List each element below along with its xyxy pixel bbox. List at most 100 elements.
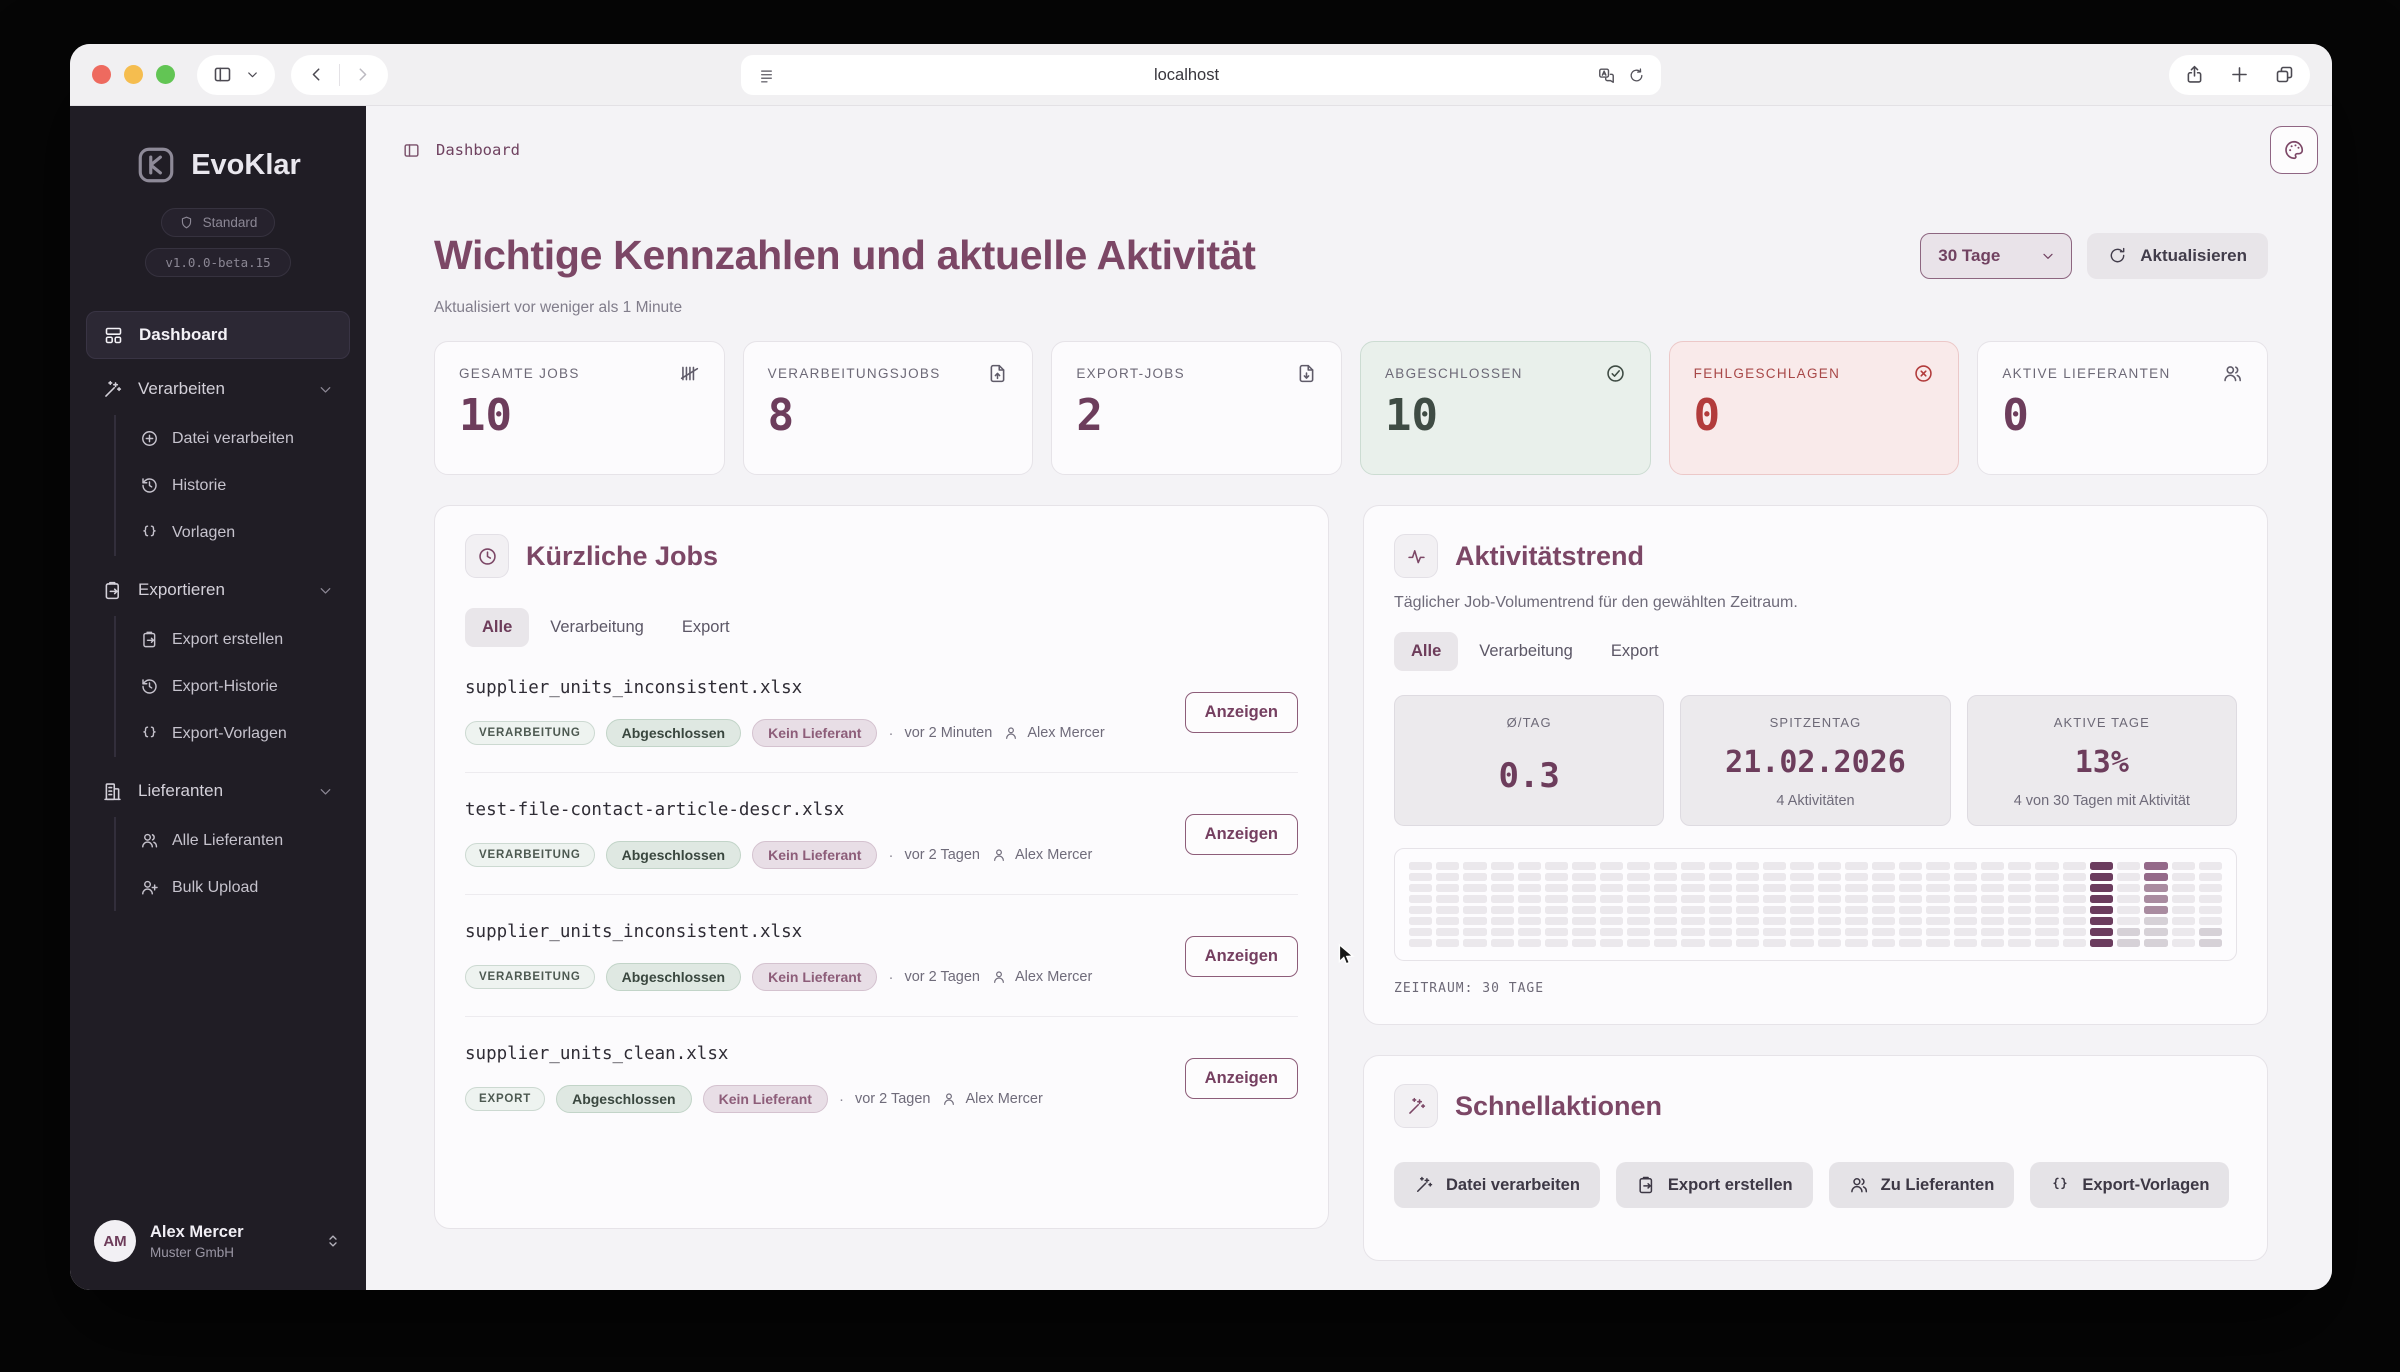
jobs-tab-export[interactable]: Export [665,608,747,647]
translate-icon[interactable] [1597,66,1616,85]
activity-tab-export[interactable]: Export [1594,632,1676,671]
heatmap-cell [1953,873,1977,881]
heatmap-cell [1790,884,1814,892]
url-bar[interactable]: localhost [741,55,1661,95]
quick-action-export-vorlagen[interactable]: Export-Vorlagen [2030,1162,2230,1208]
view-button[interactable]: Anzeigen [1184,692,1298,733]
activity-stat-value: 0.3 [1498,756,1560,796]
heatmap-cell [2089,862,2114,870]
heatmap-cell [1545,873,1569,881]
sidebar-group-lieferanten[interactable]: Lieferanten [86,765,350,817]
heatmap-grid [1409,862,2222,947]
user-icon [1003,725,1019,741]
breadcrumb: Dashboard [402,141,520,160]
heatmap-cell [2035,928,2059,936]
heatmap-cell [1871,928,1896,936]
heatmap-cell [1599,884,1623,892]
share-button[interactable] [2184,64,2205,85]
quick-action-datei-verarbeiten[interactable]: Datei verarbeiten [1394,1162,1600,1208]
stat-card-fehlgeschlagen: FEHLGESCHLAGEN 0 [1668,341,1960,475]
range-select-value: 30 Tage [1938,245,2001,265]
quick-action-label: Datei verarbeiten [1446,1175,1580,1194]
activity-tab-alle[interactable]: Alle [1394,632,1459,671]
braces-icon [140,523,159,542]
braces-icon [2050,1175,2070,1195]
jobs-tabs: Alle Verarbeitung Export [465,608,747,647]
chevron-down-icon [2040,248,2056,264]
view-button[interactable]: Anzeigen [1184,814,1298,855]
heatmap-cell [1572,906,1596,914]
sidebar-group-exportieren[interactable]: Exportieren [86,564,350,616]
quick-action-zu-lieferanten[interactable]: Zu Lieferanten [1828,1162,2015,1208]
heatmap-day-column [1926,862,1950,947]
traffic-lights [92,65,175,84]
sidebar-item-vorlagen[interactable]: Vorlagen [140,509,350,556]
sidebar-item-dashboard[interactable]: Dashboard [86,311,350,359]
heatmap-cell [1409,862,1433,870]
view-button[interactable]: Anzeigen [1184,1058,1298,1099]
heatmap-cell [1953,906,1977,914]
user-menu[interactable]: AM Alex Mercer Muster GmbH [70,1198,366,1290]
heatmap-cell [2035,862,2059,870]
new-tab-button[interactable] [2229,64,2250,85]
quick-action-export-erstellen[interactable]: Export erstellen [1615,1162,1813,1208]
chevron-down-icon [317,783,334,800]
heatmap-cell [2117,862,2141,870]
heatmap-cell [1545,862,1569,870]
jobs-tab-verarbeitung[interactable]: Verarbeitung [533,608,661,647]
reader-icon[interactable] [757,66,776,85]
stat-value: 8 [767,390,795,441]
zoom-window-button[interactable] [156,65,175,84]
heatmap-cell [2008,873,2032,881]
close-window-button[interactable] [92,65,111,84]
plan-badge: Standard [160,208,276,237]
heatmap-cell [2062,895,2086,903]
reload-icon[interactable] [1628,67,1645,84]
heatmap-cell [2198,939,2222,947]
jobs-tab-alle[interactable]: Alle [465,608,530,647]
heatmap-cell [1708,895,1732,903]
heatmap-cell [1490,884,1514,892]
heatmap-cell [1844,906,1868,914]
range-select[interactable]: 30 Tage [1920,232,2073,279]
sidebar-toggle-button[interactable] [197,54,275,95]
heatmap-cell [1409,884,1433,892]
sidebar-item-label: Alle Lieferanten [172,831,284,849]
heatmap-cell [1681,895,1705,903]
activity-stats: Ø/TAG 0.3 SPITZENTAG 21.02.2026 4 Aktivitäte… [1394,695,2237,826]
page-title: Wichtige Kennzahlen und aktuelle Aktivit… [434,232,1256,278]
heatmap-cell [1517,906,1542,914]
heatmap-cell [2035,895,2059,903]
panel-toggle-icon[interactable] [402,141,421,160]
heatmap-cell [1436,906,1460,914]
heatmap-cell [2171,873,2195,881]
building-icon [102,781,123,802]
tab-overview-button[interactable] [2274,64,2295,85]
theme-button[interactable] [2270,126,2318,174]
sidebar-group-verarbeiten[interactable]: Verarbeiten [86,363,350,415]
heatmap-cell [1681,906,1705,914]
sidebar-item-export-historie[interactable]: Export-Historie [140,663,350,710]
minimize-window-button[interactable] [124,65,143,84]
heatmap-cell [1654,928,1678,936]
heatmap-cell [1899,928,1923,936]
heatmap-cell [1790,917,1814,925]
sidebar-item-export-erstellen[interactable]: Export erstellen [140,616,350,663]
job-user-name: Alex Mercer [1014,969,1093,985]
sidebar-item-datei-verarbeiten[interactable]: Datei verarbeiten [140,415,350,462]
heatmap-cell [1490,928,1514,936]
forward-button[interactable] [352,64,373,85]
back-button[interactable] [306,64,327,85]
sidebar-item-export-vorlagen[interactable]: Export-Vorlagen [140,710,350,757]
view-button[interactable]: Anzeigen [1184,936,1298,977]
heatmap-cell [1463,884,1487,892]
activity-tab-verarbeitung[interactable]: Verarbeitung [1462,632,1590,671]
sidebar-item-alle-lieferanten[interactable]: Alle Lieferanten [140,817,350,864]
heatmap-day-column [1708,862,1732,947]
refresh-button[interactable]: Aktualisieren [2087,232,2268,279]
sidebar-item-bulk-upload[interactable]: Bulk Upload [140,864,350,911]
sidebar-item-label: Export-Historie [172,677,278,695]
sidebar-item-historie[interactable]: Historie [140,462,350,509]
url-text[interactable]: localhost [776,66,1597,85]
heatmap-cell [1980,917,2005,925]
